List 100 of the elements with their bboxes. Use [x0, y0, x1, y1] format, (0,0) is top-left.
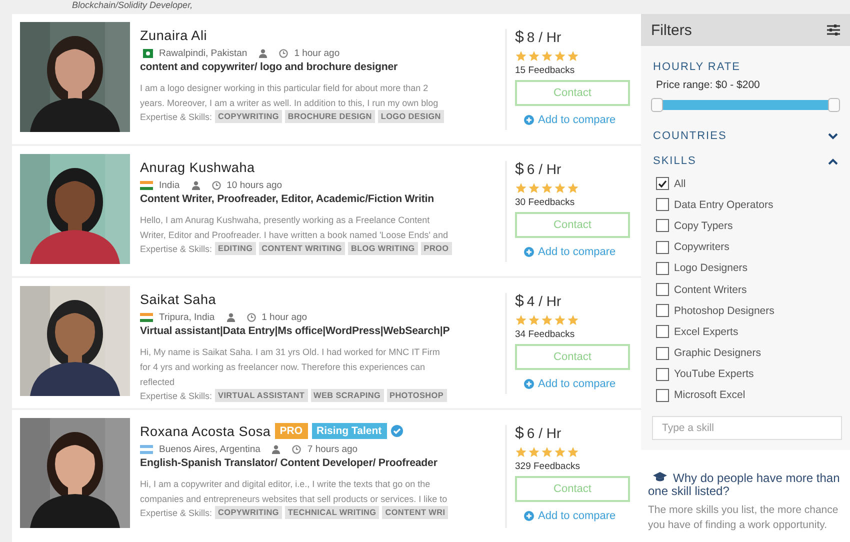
star-icon	[554, 314, 566, 326]
flag-icon	[140, 48, 153, 58]
star-icon	[528, 50, 540, 62]
checkbox[interactable]	[656, 388, 669, 402]
checkbox[interactable]	[656, 368, 669, 381]
skill-tag[interactable]: BROCHURE DESIGN	[284, 110, 375, 123]
star-icon	[541, 50, 553, 62]
profile-description: Hi, I am a copywriter and digital editor, i.e., I write the texts that go on the companies and entrepreneurs websites that sell products or services. I like to	[140, 478, 448, 506]
compare-link[interactable]: Add to compare	[524, 114, 631, 126]
compare-link[interactable]: Add to compare	[524, 510, 631, 522]
checkbox-label: Excel Experts	[674, 326, 738, 338]
feedback-count: 34 Feedbacks	[515, 329, 576, 340]
skill-tag[interactable]: COPYWRITING	[215, 110, 282, 123]
section-heading[interactable]: COUNTRIES	[653, 130, 727, 142]
checkbox-label: All	[674, 178, 686, 190]
checkbox[interactable]	[656, 346, 669, 360]
posted-time: 1 hour ago	[262, 312, 308, 322]
feedback-count: 329 Feedbacks	[515, 461, 581, 472]
checkbox[interactable]	[656, 304, 669, 318]
profile-description: I am a logo designer working in this particular field for about more than 2 years. Moreover, I am a writer as well. In addition to this, I run my own blog	[140, 82, 440, 110]
star-icon	[541, 182, 553, 194]
star-icon	[541, 446, 553, 458]
feedback-count: 15 Feedbacks	[515, 65, 576, 76]
person-icon	[226, 312, 235, 322]
feedback-count: 30 Feedbacks	[515, 197, 576, 208]
clock-icon	[279, 48, 288, 58]
profile-title: Content Writer, Proofreader, Editor, Academic/Fiction Writin	[140, 193, 436, 205]
checkbox-label: Photoshop Designers	[674, 304, 774, 317]
freelancer-name[interactable]: Saikat Saha	[140, 292, 216, 306]
profile-title: Virtual assistant|Data Entry|Ms office|WordPress|WebSearch|P	[140, 325, 451, 337]
location-text: India	[159, 180, 180, 190]
section-heading[interactable]: SKILLS	[653, 155, 696, 167]
location-text: Rawalpindi, Pakistan	[159, 48, 248, 58]
star-icon	[528, 446, 540, 458]
skill-search-field[interactable]: Type a skill	[652, 416, 842, 440]
star-icon	[554, 182, 566, 194]
checkbox[interactable]	[656, 198, 669, 212]
compare-link[interactable]: Add to compare	[524, 246, 631, 258]
skill-tag[interactable]: TECHNICAL WRITING	[284, 506, 380, 519]
checkbox[interactable]	[656, 283, 669, 296]
checkbox-label: YouTube Experts	[674, 368, 754, 380]
skill-tag[interactable]: PHOTOSHOP	[386, 389, 446, 402]
slider-handle[interactable]	[828, 98, 840, 112]
checkbox-label: Content Writers	[674, 284, 747, 296]
star-icon	[528, 182, 540, 194]
skill-tag[interactable]: CONTENT WRITING	[258, 242, 345, 255]
posted-time: 10 hours ago	[226, 180, 282, 190]
star-icon	[567, 314, 579, 326]
hourly-rate: 4 / Hr	[526, 293, 562, 309]
chevron-down-icon[interactable]	[828, 132, 838, 140]
checkbox-label: Logo Designers	[674, 262, 748, 274]
star-icon	[567, 50, 579, 62]
skill-tag[interactable]: COPYWRITING	[215, 506, 282, 519]
skill-tag[interactable]: BLOG WRITING	[348, 242, 418, 255]
settings-icon[interactable]	[827, 24, 840, 36]
skill-tag[interactable]: EDITING	[215, 242, 256, 255]
currency-symbol: $	[515, 161, 524, 179]
freelancer-name[interactable]: Zunaira Ali	[140, 28, 208, 42]
checkbox[interactable]	[656, 219, 669, 232]
pro-badge: PRO	[274, 423, 308, 439]
filters-title: Filters	[651, 22, 692, 38]
skill-tag[interactable]: LOGO DESIGN	[378, 110, 444, 123]
chevron-up-icon[interactable]	[828, 158, 838, 164]
clock-icon	[246, 312, 256, 322]
checkbox[interactable]	[656, 240, 669, 254]
contact-button[interactable]: Contact	[515, 476, 630, 502]
person-icon	[259, 48, 268, 58]
hourly-rate: 6 / Hr	[526, 161, 562, 177]
contact-button[interactable]: Contact	[515, 344, 630, 370]
profile-description: Hi, My name is Saikat Saha. I am 31 yrs Old. I had worked for MNC IT Firm for 4 yrs and working as freelancer now. Therefore this experiences can reflected	[140, 346, 441, 389]
star-icon	[567, 182, 579, 194]
skill-tag[interactable]: WEB SCRAPING	[310, 389, 384, 402]
contact-button[interactable]: Contact	[515, 80, 630, 106]
slider-handle[interactable]	[651, 98, 663, 112]
plus-icon	[524, 511, 534, 521]
checkbox[interactable]	[656, 262, 669, 275]
skill-tag[interactable]: PROO	[420, 242, 452, 255]
checkbox-label: Copy Typers	[674, 220, 733, 232]
skill-tag[interactable]: VIRTUAL ASSISTANT	[215, 389, 308, 402]
plus-icon	[524, 379, 534, 389]
skill-tag[interactable]: CONTENT WRI	[382, 506, 448, 519]
checkbox-label: Microsoft Excel	[674, 389, 746, 402]
checkbox[interactable]	[656, 325, 669, 338]
star-icon	[515, 314, 527, 326]
price-range-text: Price range: $0 - $200	[655, 79, 761, 91]
star-icon	[528, 314, 540, 326]
hourly-rate: 6 / Hr	[526, 425, 562, 441]
contact-button[interactable]: Contact	[515, 212, 630, 238]
freelancer-name[interactable]: Anurag Kushwaha	[140, 160, 255, 174]
plus-icon	[524, 115, 534, 125]
checkbox[interactable]	[656, 177, 669, 190]
section-heading: HOURLY RATE	[653, 61, 740, 73]
profile-title: content and copywriter/ logo and brochure designer	[140, 61, 399, 73]
compare-link[interactable]: Add to compare	[524, 378, 631, 390]
freelancer-name[interactable]: Roxana Acosta Sosa	[140, 424, 271, 438]
location-text: Buenos Aires, Argentina	[159, 444, 260, 454]
clock-icon	[212, 180, 221, 190]
info-text: The more skills you list, the more chance you have of finding a work opportunity.	[648, 503, 840, 534]
info-heading: Why do people have more than one skill listed?	[648, 472, 841, 498]
person-icon	[272, 444, 280, 454]
